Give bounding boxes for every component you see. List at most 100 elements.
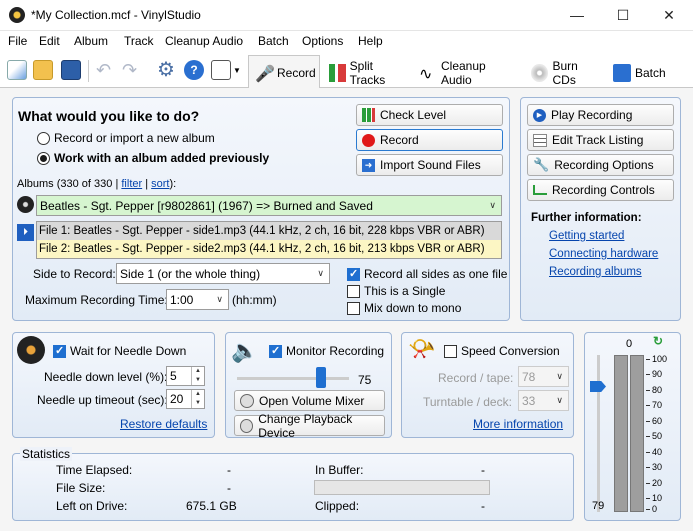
side-select[interactable]: Side 1 (or the whole thing) ∨: [116, 263, 330, 284]
microphone-icon: 🎤: [255, 65, 275, 83]
undo-icon[interactable]: ↶: [96, 60, 116, 80]
max-time-select[interactable]: 1:00 ∨: [166, 289, 229, 310]
check-level-button[interactable]: Check Level: [356, 104, 503, 126]
single-checkbox[interactable]: This is a Single: [347, 284, 445, 298]
restore-defaults-link[interactable]: Restore defaults: [120, 417, 207, 431]
needle-up-stepper[interactable]: 20 ▲ ▼: [166, 389, 205, 409]
redo-icon[interactable]: ↷: [122, 60, 142, 80]
chevron-down-icon[interactable]: ▼: [192, 399, 204, 408]
tab-split-tracks[interactable]: Split Tracks: [322, 57, 408, 88]
meter-top-value: 0: [626, 338, 633, 350]
menu-help[interactable]: Help: [358, 34, 383, 48]
chevron-down-icon[interactable]: ∨: [489, 200, 501, 211]
sort-link[interactable]: sort: [151, 178, 169, 190]
reset-arrow-icon[interactable]: ↻: [653, 334, 663, 348]
menu-batch[interactable]: Batch: [258, 34, 289, 48]
record-dot-icon: [362, 133, 375, 147]
radio-existing-album[interactable]: Work with an album added previously: [37, 151, 269, 165]
turntable-deck-select[interactable]: 33 ∨: [518, 390, 569, 411]
wait-needle-checkbox[interactable]: Wait for Needle Down: [53, 344, 186, 358]
speaker-small-icon: [240, 418, 254, 433]
checkbox-box[interactable]: [347, 284, 360, 298]
chevron-down-icon[interactable]: ∨: [216, 294, 228, 305]
chevron-up-icon[interactable]: ▲: [192, 390, 204, 399]
side-label: Side to Record:: [33, 267, 116, 281]
file-row[interactable]: File 1: Beatles - Sgt. Pepper - side1.mp…: [37, 222, 501, 240]
albums-label: Albums (330 of 330 | filter | sort):: [17, 178, 177, 190]
checkbox-box[interactable]: [53, 344, 66, 358]
toolbar-separator: [88, 60, 89, 82]
checkbox-box[interactable]: [269, 344, 282, 358]
window-title: *My Collection.mcf - VinylStudio: [31, 8, 201, 22]
tab-record[interactable]: 🎤 Record: [248, 55, 320, 89]
play-recording-button[interactable]: ▶ Play Recording: [527, 104, 674, 126]
monitor-slider-track[interactable]: [237, 377, 349, 380]
open-volume-mixer-button[interactable]: Open Volume Mixer: [234, 390, 385, 411]
record-tape-select[interactable]: 78 ∨: [518, 366, 569, 387]
menu-file[interactable]: File: [8, 34, 27, 48]
monitor-recording-checkbox[interactable]: Monitor Recording: [269, 344, 384, 358]
checkbox-box[interactable]: [347, 267, 360, 281]
tag-icon[interactable]: [211, 60, 231, 80]
record-button[interactable]: Record: [356, 129, 503, 151]
maximize-button[interactable]: ☐: [600, 0, 646, 31]
menu-album[interactable]: Album: [74, 34, 108, 48]
meter-bottom-value: 79: [592, 500, 605, 512]
filter-link[interactable]: filter: [121, 178, 142, 190]
gear-icon[interactable]: ⚙: [157, 60, 177, 80]
clipped-value: -: [481, 499, 485, 513]
checkbox-box[interactable]: [444, 344, 457, 358]
turntable-deck-label: Turntable / deck:: [423, 395, 512, 409]
file-row[interactable]: File 2: Beatles - Sgt. Pepper - side2.mp…: [37, 240, 501, 258]
radio-circle[interactable]: [37, 131, 50, 145]
new-file-icon[interactable]: [7, 60, 27, 80]
statistics-title: Statistics: [20, 447, 73, 461]
minimize-button[interactable]: —: [554, 0, 600, 31]
chevron-down-icon[interactable]: ▼: [192, 376, 204, 385]
monitor-slider-thumb[interactable]: [316, 367, 326, 388]
help-icon[interactable]: ?: [184, 60, 204, 80]
open-folder-icon[interactable]: [33, 60, 53, 80]
menu-options[interactable]: Options: [302, 34, 343, 48]
file-size-label: File Size:: [56, 481, 106, 495]
chevron-down-icon[interactable]: ▼: [233, 66, 241, 75]
input-level-slider-track[interactable]: [597, 355, 600, 512]
more-information-link[interactable]: More information: [473, 417, 563, 431]
meter-tick: 40: [646, 447, 662, 457]
radio-new-album[interactable]: Record or import a new album: [37, 131, 215, 145]
album-select[interactable]: Beatles - Sgt. Pepper [r9802861] (1967) …: [36, 195, 502, 216]
getting-started-link[interactable]: Getting started: [549, 230, 624, 242]
needle-down-stepper[interactable]: 5 ▲ ▼: [166, 366, 205, 386]
tab-burn-cds[interactable]: Burn CDs: [524, 57, 604, 88]
checkbox-box[interactable]: [347, 301, 360, 315]
change-playback-device-button[interactable]: Change Playback Device: [234, 412, 385, 440]
all-sides-checkbox[interactable]: Record all sides as one file: [347, 267, 507, 281]
chevron-down-icon[interactable]: ∨: [556, 371, 568, 382]
menu-cleanup-audio[interactable]: Cleanup Audio: [165, 34, 243, 48]
close-button[interactable]: ✕: [646, 0, 692, 31]
tab-batch[interactable]: Batch: [606, 57, 668, 88]
mono-checkbox[interactable]: Mix down to mono: [347, 301, 461, 315]
play-icon: ▶: [533, 108, 546, 122]
batch-icon: [613, 63, 631, 82]
chevron-up-icon[interactable]: ▲: [192, 367, 204, 376]
radio-circle[interactable]: [37, 151, 50, 165]
menu-edit[interactable]: Edit: [39, 34, 60, 48]
monitor-slider-value: 75: [358, 373, 372, 387]
menu-bar: File Edit Album Track Cleanup Audio Batc…: [0, 31, 693, 52]
menu-track[interactable]: Track: [124, 34, 154, 48]
tab-cleanup-audio[interactable]: ∿ Cleanup Audio: [412, 57, 520, 88]
import-sound-files-button[interactable]: ➜ Import Sound Files: [356, 154, 503, 176]
play-files-icon[interactable]: ⏵: [17, 224, 34, 241]
chevron-down-icon[interactable]: ∨: [317, 268, 329, 279]
meter-tick: 10: [646, 493, 662, 503]
save-icon[interactable]: [61, 60, 81, 80]
recording-albums-link[interactable]: Recording albums: [549, 266, 642, 278]
recording-controls-button[interactable]: Recording Controls: [527, 179, 674, 201]
connecting-hardware-link[interactable]: Connecting hardware: [549, 248, 658, 260]
edit-track-listing-button[interactable]: Edit Track Listing: [527, 129, 674, 151]
speed-conversion-checkbox[interactable]: Speed Conversion: [444, 344, 560, 358]
recording-options-button[interactable]: 🔧 Recording Options: [527, 154, 674, 176]
in-buffer-label: In Buffer:: [315, 463, 364, 477]
chevron-down-icon[interactable]: ∨: [556, 395, 568, 406]
